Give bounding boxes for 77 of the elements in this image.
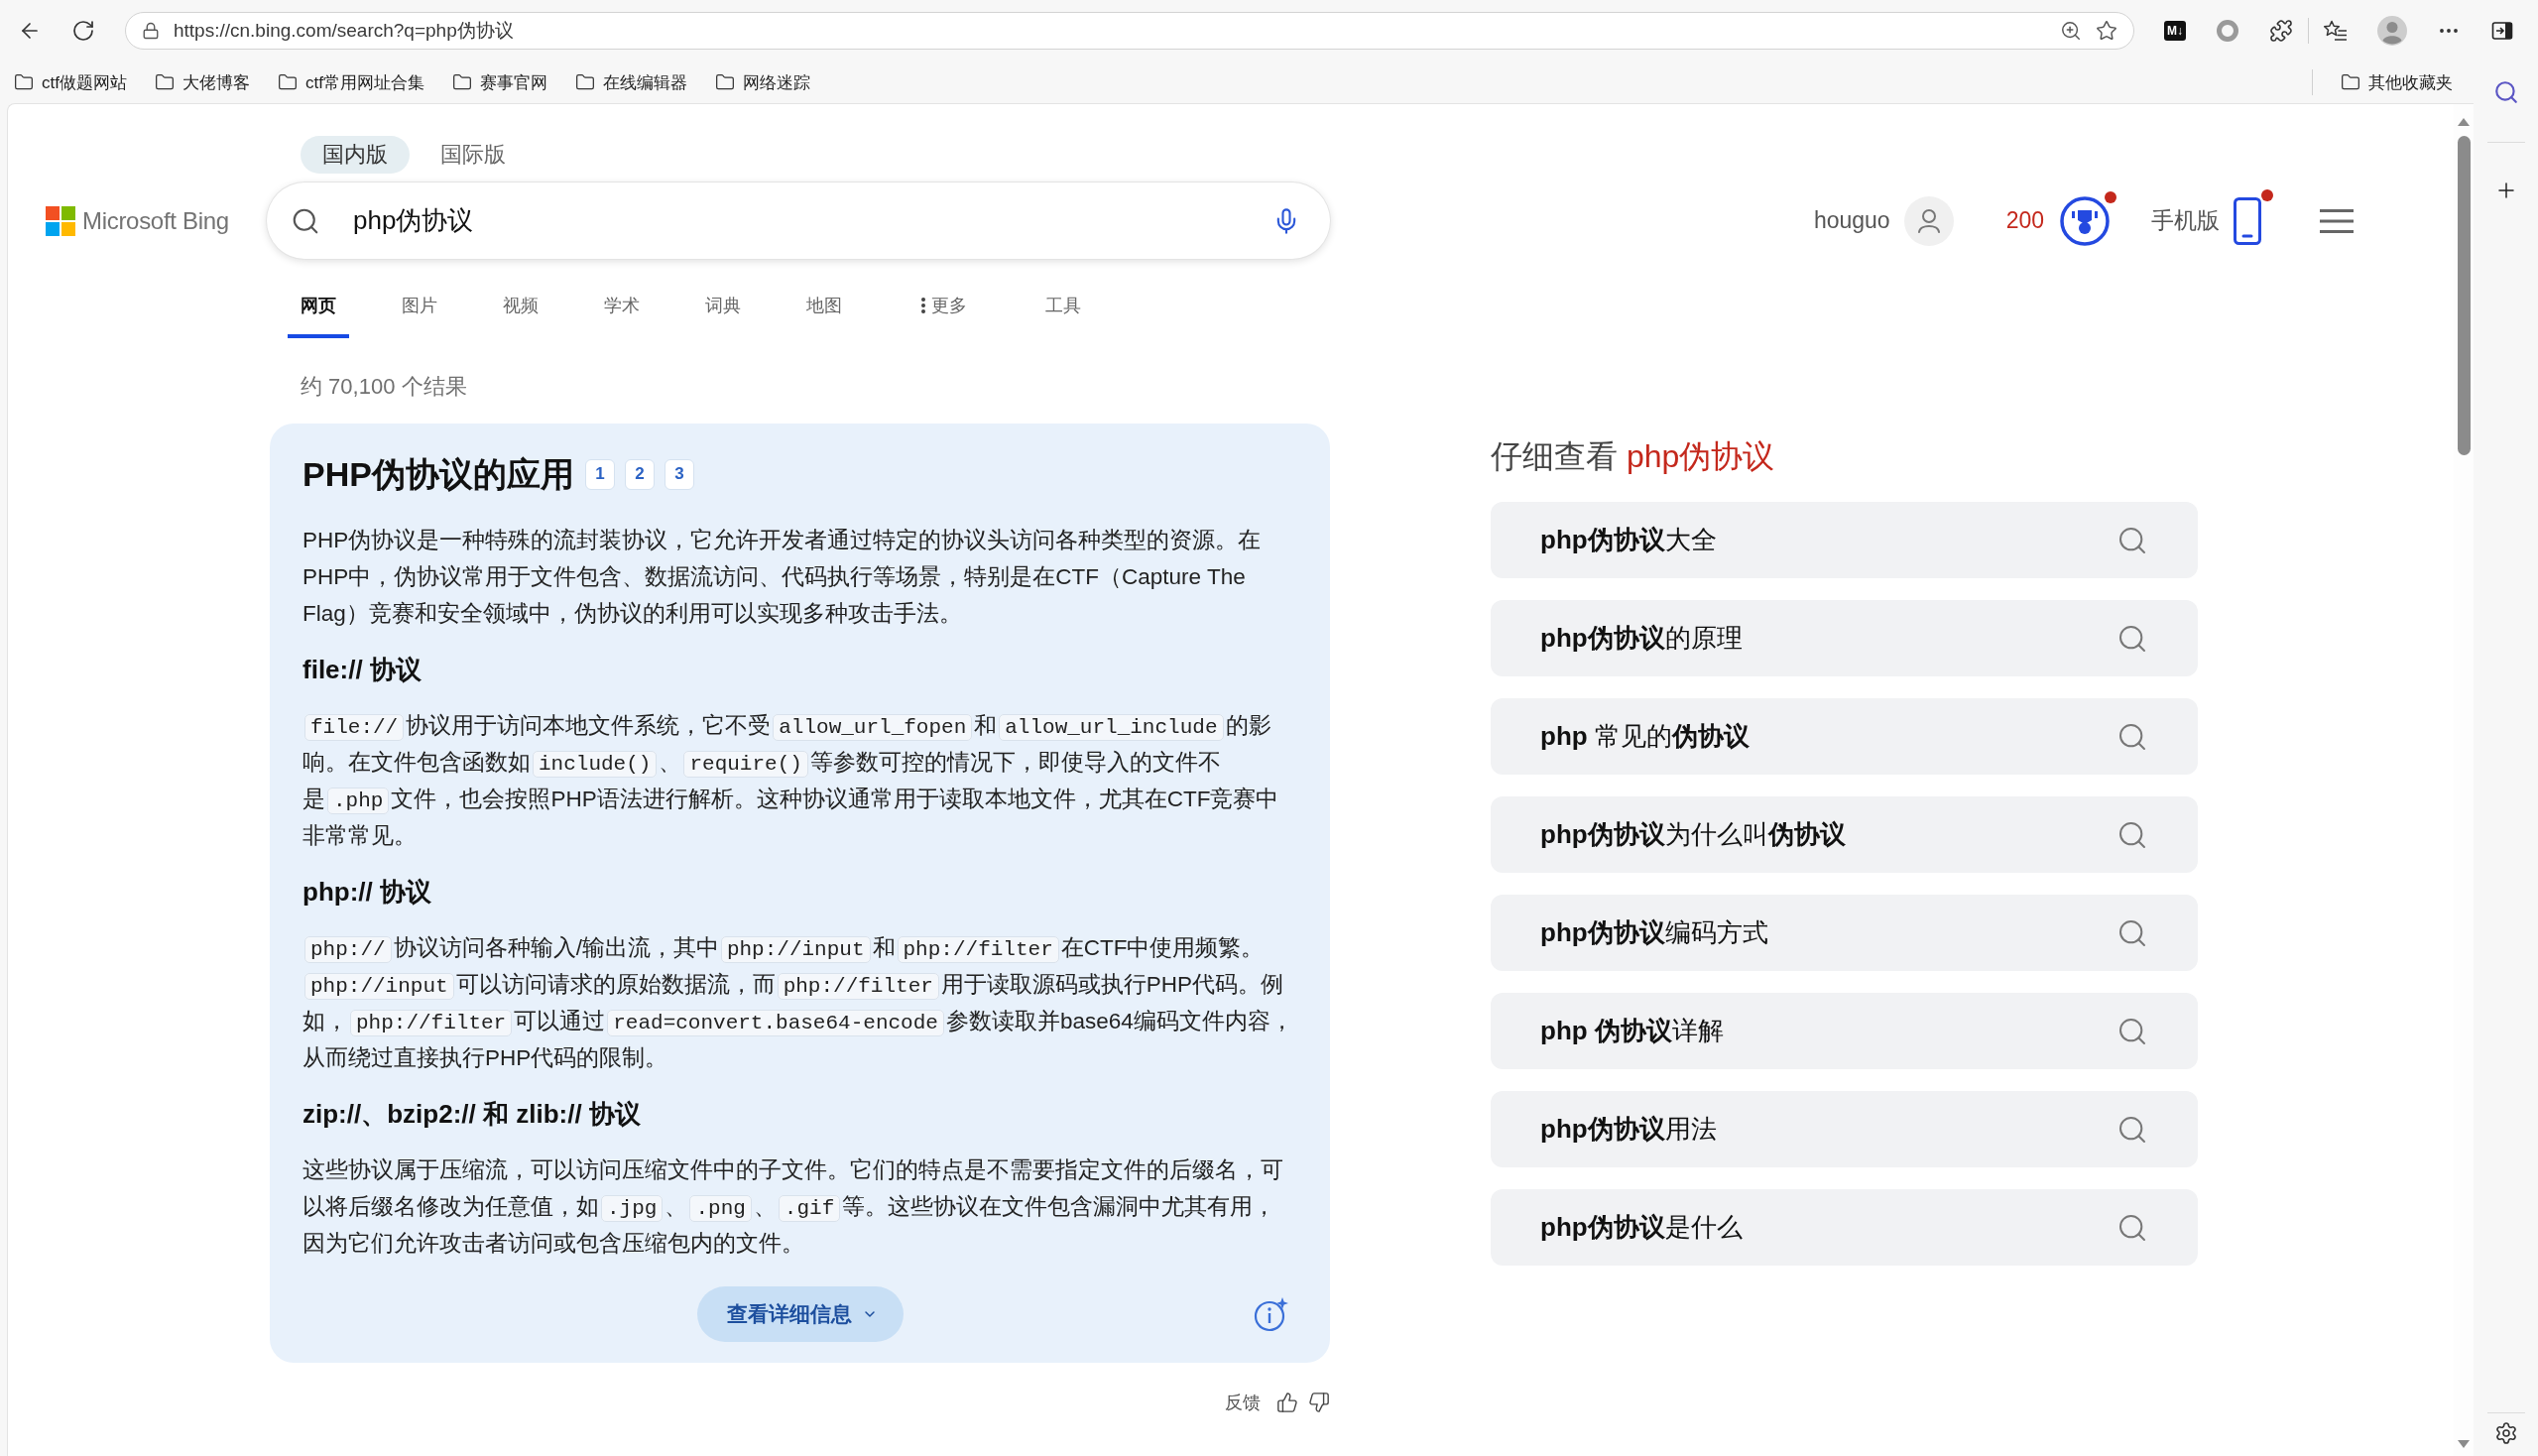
folder-icon [154,72,175,92]
answer-paragraph: file:// 协议用于访问本地文件系统，它不受 allow_url_fopen 和 allow_url_include 的影响。在文件包含函数如 include() 、 require() 等参数可控的情况下，即使导入的文件不是 .php 文件，也会按照PHP语法进行解析。这种协议通常用于读取本地文件，尤其在CTF竞赛中非常常见。 [302,712,1280,850]
mobile-link[interactable]: 手机版 [2151,196,2261,245]
section-heading: zip://、bzip2:// 和 zlib:// 协议 [302,1098,642,1131]
rewards-link[interactable]: 200 [2005,195,2110,246]
nav-tab[interactable]: 学术 [591,288,653,338]
phone-icon [2234,196,2261,245]
answer-paragraph: PHP伪协议是一种特殊的流封装协议，它允许开发者通过特定的协议头访问各种类型的资源。在PHP中，伪协议常用于文件包含、数据流访问、代码执行等场景，特别是在CTF（Capture The Flag）竞赛和安全领域中，伪协议的利用可以实现多种攻击手法。 [302,527,1263,628]
ring-icon[interactable] [2216,19,2239,43]
citation-link[interactable]: 3 [664,458,694,490]
extension-button[interactable]: M↓ [2164,21,2186,41]
nav-tab[interactable]: 词典 [692,288,754,338]
avatar-icon [1903,195,1954,246]
answer-title: PHP伪协议的应用 [302,454,574,495]
sidebar-toggle-icon[interactable] [2490,19,2514,43]
star-icon[interactable] [2096,20,2117,42]
bookmark-item[interactable]: 其他收藏夹 [2341,70,2453,94]
bookmark-item[interactable]: 网络迷踪 [714,70,810,94]
citation-link[interactable]: 2 [624,458,655,490]
related-search-item[interactable]: php伪协议大全 [1491,502,2198,578]
related-search-item[interactable]: php伪协议编码方式 [1491,895,2198,971]
answer-paragraph: php:// 协议访问各种输入/输出流，其中 php://input 和 php://filter 在CTF中使用频繁。 php://input 可以访问请求的原始数据流，而 php://filter 用于读取源码或执行PHP代码。例如， php://filter 可以通过 read=convert.base64-encode 参数读取并base64编码文件内容，从而绕过直接执行PHP代码的限制。 [302,934,1294,1072]
answer-paragraph: 这些协议属于压缩流，可以访问压缩文件中的子文件。它们的特点是不需要指定文件的后缀名，可以将后缀名修改为任意值，如 .jpg 、 .png 、 .gif 等。这些协议在文件包含漏洞中尤其有用，因为它们允许攻击者访问或包含压缩包内的文件。 [302,1156,1284,1258]
result-count: 约 70,100 个结果 [300,373,468,401]
medal-icon [2060,195,2110,246]
thumbs-down-icon[interactable] [1308,1392,1330,1413]
scrollbar-thumb[interactable] [2457,136,2471,455]
scroll-up-arrow-icon[interactable] [2458,118,2470,126]
more-details-button[interactable]: 查看详细信息 [696,1286,904,1342]
more-vertical-icon [920,297,926,314]
nav-tab[interactable]: 图片 [389,288,450,338]
settings-icon[interactable] [2493,1421,2518,1445]
related-search-item[interactable]: php伪协议用法 [1491,1091,2198,1167]
scroll-down-arrow-icon[interactable] [2458,1440,2470,1448]
bookmark-item[interactable]: ctf做题网站 [14,70,127,94]
bing-logo-link[interactable]: Microsoft Bing [46,205,229,236]
thumbs-up-icon[interactable] [1276,1392,1298,1413]
related-search-item[interactable]: php伪协议为什么叫伪协议 [1491,796,2198,873]
citation-link[interactable]: 1 [584,458,615,490]
related-title: 仔细查看 php伪协议 [1491,437,1776,476]
bookmark-item[interactable]: ctf常用网址合集 [277,70,424,94]
related-search-item[interactable]: php 常见的伪协议 [1491,698,2198,775]
favorites-icon[interactable] [2324,19,2348,43]
search-field[interactable]: php伪协议 [267,182,1330,259]
address-bar[interactable]: https://cn.bing.com/search?q=php伪协议 [125,12,2134,50]
nav-tab[interactable]: 地图 [793,288,855,338]
puzzle-icon[interactable] [2269,19,2293,43]
bookmark-item[interactable]: 赛事官网 [451,70,547,94]
account-link[interactable]: houguo [1813,195,1954,246]
nav-tab[interactable]: 视频 [490,288,551,338]
related-search-item[interactable]: php伪协议的原理 [1491,600,2198,676]
bookmark-item[interactable]: 大佬博客 [154,70,250,94]
info-sparkle-icon[interactable] [1254,1296,1289,1332]
region-tab[interactable]: 国内版 [301,136,410,174]
search-icon[interactable] [2492,79,2519,105]
menu-icon[interactable] [2320,208,2354,233]
folder-icon [277,72,298,92]
microsoft-logo-icon [46,205,75,236]
folder-icon [2341,72,2360,92]
nav-tab[interactable]: 更多 [895,288,993,338]
folder-icon [574,72,595,92]
section-heading: php:// 协议 [302,876,432,909]
related-search-item[interactable]: php 伪协议详解 [1491,993,2198,1069]
zoom-in-icon[interactable] [2060,20,2082,42]
nav-tab[interactable]: 网页 [288,288,349,338]
lock-icon[interactable] [142,22,160,40]
section-heading: file:// 协议 [302,654,423,686]
folder-icon [714,72,735,92]
folder-icon [451,72,472,92]
nav-tab[interactable]: 工具 [1032,288,1094,338]
region-tab[interactable]: 国际版 [419,136,528,174]
feedback-label: 反馈 [1225,1392,1261,1414]
folder-icon [14,72,34,92]
reload-icon[interactable] [71,19,95,43]
bookmark-item[interactable]: 在线编辑器 [574,70,687,94]
avatar-icon[interactable] [2377,16,2407,46]
related-search-item[interactable]: php伪协议是什么 [1491,1189,2198,1266]
